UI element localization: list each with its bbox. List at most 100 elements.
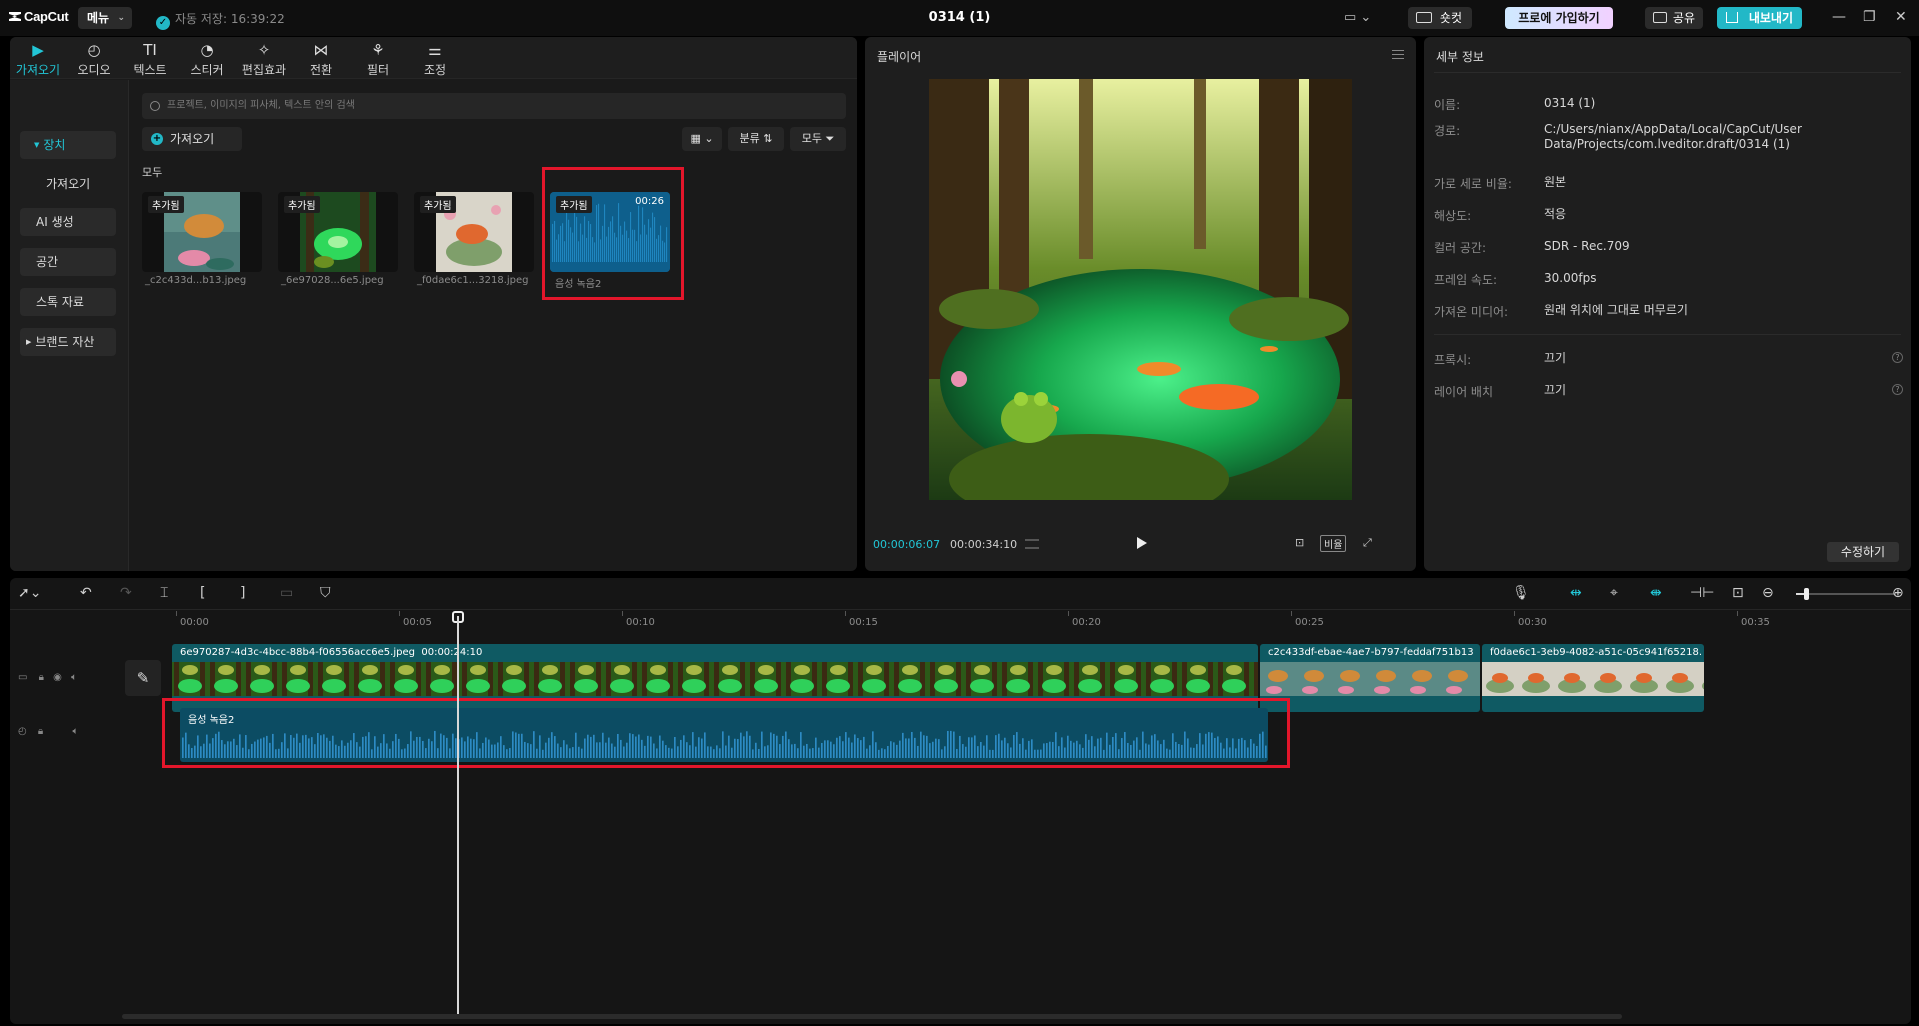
tick-label: 00:00 — [180, 617, 209, 628]
list-icon[interactable] — [1025, 539, 1039, 549]
tab-audio[interactable]: ◴ 오디오 — [68, 39, 120, 78]
menu-icon[interactable] — [1392, 50, 1404, 59]
tab-label: 텍스트 — [133, 63, 167, 77]
zoom-slider[interactable] — [1796, 588, 1896, 600]
media-item[interactable]: 추가됨 — [414, 192, 534, 272]
import-button[interactable]: + 가져오기 — [142, 127, 242, 151]
export-label: 내보내기 — [1748, 11, 1793, 25]
fullscreen-icon[interactable]: ⤢ — [1363, 536, 1372, 550]
join-pro-button[interactable]: 프로에 가입하기 — [1505, 7, 1613, 29]
video-clip[interactable]: c2c433df-ebae-4ae7-b797-feddaf751b13 — [1260, 644, 1480, 712]
side-item-stock[interactable]: 스톡 자료 — [20, 288, 116, 316]
layout-icon[interactable]: ▭ ⌄ — [1344, 10, 1371, 25]
help-icon[interactable]: ? — [1892, 384, 1903, 395]
delete-icon[interactable]: ▭ — [280, 585, 293, 601]
play-icon[interactable] — [1137, 537, 1147, 549]
lock-icon[interactable]: 🔒︎ — [38, 726, 43, 737]
microphone-icon[interactable]: 🎙︎ — [1512, 585, 1530, 601]
split-icon[interactable]: ⌶ — [160, 585, 168, 601]
media-search-input[interactable]: 프로젝트, 이미지의 피사체, 텍스트 안의 검색 — [142, 93, 846, 119]
link-clips-icon[interactable]: ⇹ — [1570, 585, 1582, 601]
lock-icon[interactable]: 🔒︎ — [39, 672, 44, 683]
tab-effects[interactable]: ✧ 편집효과 — [238, 39, 290, 78]
import-icon: ▶ — [32, 41, 44, 59]
tab-text[interactable]: TI 텍스트 — [124, 39, 176, 78]
sort-button[interactable]: 분류 ⇅ — [728, 127, 784, 151]
filter-button[interactable]: 모두 ⏷ — [790, 127, 846, 151]
screenshot-icon[interactable]: ⊡ — [1295, 536, 1304, 549]
zoom-in-icon[interactable]: ⊕ — [1892, 585, 1904, 601]
help-icon[interactable]: ? — [1892, 352, 1903, 363]
select-cursor-icon[interactable]: ➚⌄ — [18, 585, 41, 601]
side-item-label: 장치 — [43, 138, 66, 152]
detail-label: 프레임 속도: — [1434, 273, 1498, 287]
adjust-icon: ⚌ — [428, 41, 442, 59]
edit-cover-button[interactable]: ✎ — [125, 660, 161, 696]
side-item-space[interactable]: 공간 — [20, 248, 116, 276]
tab-adjust[interactable]: ⚌ 조정 — [409, 39, 461, 78]
audio-clip[interactable]: 음성 녹음2 — [180, 708, 1268, 762]
trim-right-icon[interactable]: ] — [240, 585, 245, 601]
tick — [1291, 611, 1292, 616]
trim-left-icon[interactable]: [ — [200, 585, 205, 601]
redo-icon[interactable]: ↷ — [120, 585, 132, 601]
preview-axis-icon[interactable]: ⊡ — [1732, 585, 1744, 601]
side-item-import[interactable]: 가져오기 — [20, 170, 116, 198]
tick — [622, 611, 623, 616]
tab-label: 편집효과 — [241, 63, 287, 77]
audio-waveform — [182, 730, 1267, 758]
detail-value-path: C:/Users/nianx/AppData/Local/CapCut/User… — [1544, 122, 1802, 151]
zoom-slider-handle[interactable] — [1804, 588, 1809, 600]
tab-sticker[interactable]: ◔ 스티커 — [181, 39, 233, 78]
text-icon: TI — [143, 41, 157, 59]
minimize-icon[interactable]: — — [1832, 9, 1846, 25]
sort-label: 분류 — [739, 132, 760, 145]
media-item-label: _6e97028...6e5.jpeg — [281, 275, 384, 286]
details-panel: 세부 정보 이름: 0314 (1) 경로: C:/Users/nianx/Ap… — [1424, 37, 1911, 571]
ratio-button[interactable]: 비율 — [1320, 535, 1347, 552]
shortcut-button[interactable]: 숏컷 — [1408, 7, 1472, 29]
tab-label: 가져오기 — [15, 63, 61, 77]
media-item[interactable]: 추가됨 — [278, 192, 398, 272]
split-view-icon[interactable]: ⊣⊢ — [1690, 585, 1714, 601]
menu-button[interactable]: 메뉴 ⌄ — [78, 7, 132, 29]
auto-snap-icon[interactable]: ⇼ — [1650, 585, 1662, 601]
tick — [1737, 611, 1738, 616]
effects-icon: ✧ — [257, 41, 271, 59]
side-item-ai-generate[interactable]: AI 생성 — [20, 208, 116, 236]
volume-icon[interactable]: 🔈︎ — [72, 726, 78, 737]
tab-import[interactable]: ▶ 가져오기 — [12, 39, 64, 78]
side-item-device[interactable]: ▼ 장치 — [20, 131, 116, 159]
zoom-out-icon[interactable]: ⊖ — [1762, 585, 1774, 601]
close-icon[interactable]: ✕ — [1895, 9, 1907, 25]
modify-button[interactable]: 수정하기 — [1827, 542, 1899, 562]
shield-icon[interactable]: ⛉ — [320, 585, 331, 601]
side-item-label: AI 생성 — [36, 215, 74, 229]
export-button[interactable]: 내보내기 — [1717, 7, 1802, 29]
eye-icon[interactable]: ◉ — [53, 672, 62, 683]
added-badge: 추가됨 — [556, 196, 592, 213]
view-toggle-button[interactable]: ▦ ⌄ — [682, 127, 722, 151]
video-clip[interactable]: 6e970287-4d3c-4bcc-88b4-f06556acc6e5.jpe… — [172, 644, 1258, 712]
share-button[interactable]: 공유 — [1645, 7, 1703, 29]
snap-icon[interactable]: ⌖ — [1610, 585, 1618, 601]
video-preview — [929, 79, 1352, 500]
undo-icon[interactable]: ↶ — [80, 585, 92, 601]
video-clip[interactable]: f0dae6c1-3eb9-4082-a51c-05c941f65218. — [1482, 644, 1704, 712]
timeline-scrollbar[interactable] — [122, 1014, 1622, 1019]
clip-duration: 00:00:24:10 — [421, 647, 483, 658]
restore-icon[interactable]: ❐ — [1863, 9, 1876, 25]
current-timecode: 00:00:06:07 — [873, 538, 941, 551]
tab-filters[interactable]: ⚘ 필터 — [352, 39, 404, 78]
media-item[interactable]: 추가됨 — [142, 192, 262, 272]
playhead[interactable] — [457, 616, 459, 1018]
side-item-brand[interactable]: ▶ 브랜드 자산 — [20, 328, 116, 356]
player-panel: 플레이어 00:00:06:07 00:00:34:10 ⊡ 비율 ⤢ — [865, 37, 1416, 571]
timeline-ruler[interactable]: 00:00 00:05 00:10 00:15 00:20 00:25 00:3… — [122, 611, 1911, 631]
tick-label: 00:20 — [1072, 617, 1101, 628]
tab-transitions[interactable]: ⋈ 전환 — [295, 39, 347, 78]
upload-icon — [1726, 12, 1738, 23]
volume-icon[interactable]: 🔈︎ — [71, 672, 77, 683]
details-title: 세부 정보 — [1436, 50, 1484, 64]
media-item-audio[interactable]: 추가됨 00:26 — [550, 192, 670, 272]
